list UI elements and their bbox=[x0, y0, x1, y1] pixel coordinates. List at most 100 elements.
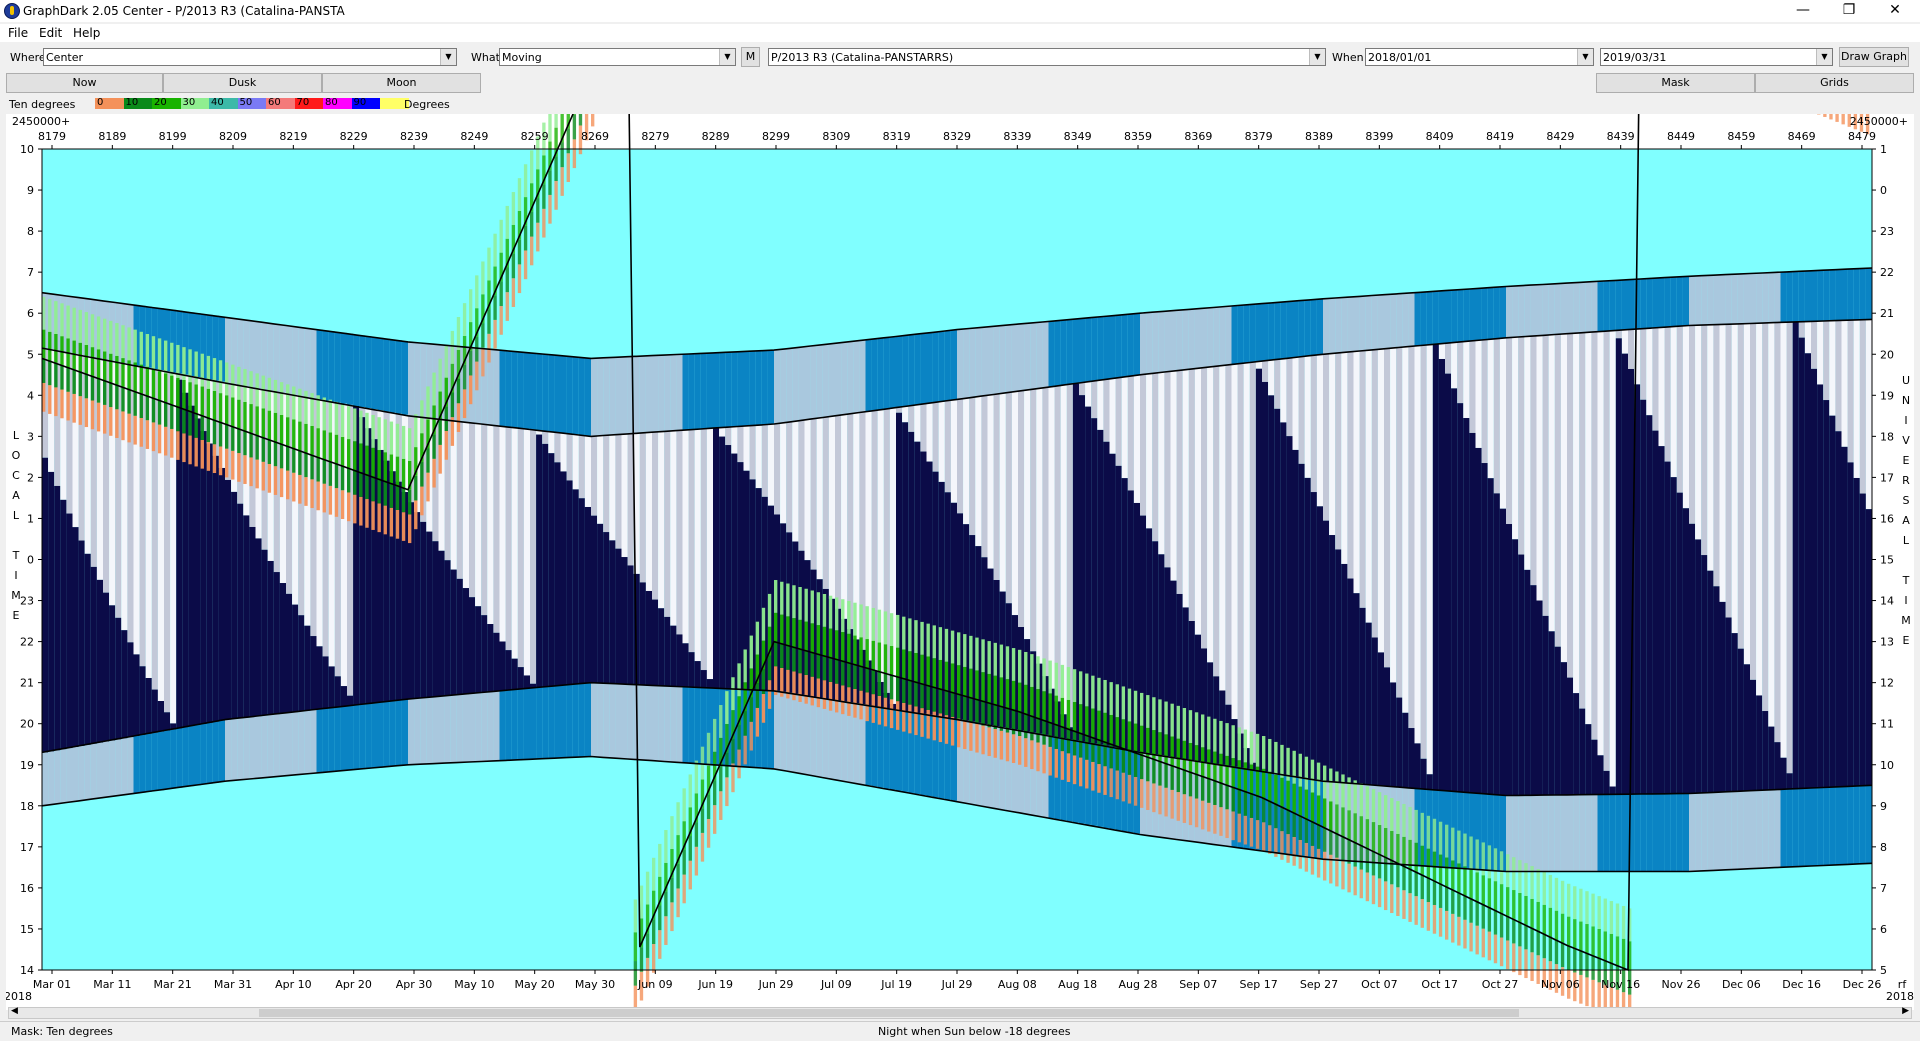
altitude-band-cell bbox=[530, 150, 534, 184]
now-button[interactable]: Now bbox=[6, 73, 163, 93]
object-combobox[interactable]: P/2013 R3 (Catalina-PANSTARRS) ▼ bbox=[768, 48, 1326, 66]
morning-twilight-cell bbox=[1487, 287, 1494, 340]
altitude-band-cell bbox=[749, 697, 753, 722]
dark-night-cell bbox=[1377, 652, 1384, 786]
altitude-band-cell bbox=[1274, 803, 1278, 829]
morning-twilight-cell bbox=[347, 333, 354, 405]
altitude-band-cell bbox=[1506, 940, 1510, 970]
dark-night-cell bbox=[1390, 682, 1397, 787]
altitude-band-cell bbox=[103, 404, 107, 434]
scroll-right-icon[interactable]: ▶ bbox=[1902, 1006, 1909, 1016]
minimize-button[interactable]: — bbox=[1780, 0, 1826, 22]
evening-twilight-cell bbox=[450, 695, 457, 763]
mask-button[interactable]: Mask bbox=[1596, 73, 1755, 93]
start-date-picker[interactable]: 2018/01/01 ▼ bbox=[1365, 48, 1594, 66]
evening-twilight-cell bbox=[151, 732, 158, 792]
chevron-down-icon[interactable]: ▼ bbox=[1577, 49, 1593, 65]
altitude-band-cell bbox=[792, 585, 796, 619]
dark-night-cell bbox=[1298, 463, 1305, 778]
altitude-band-cell bbox=[1085, 759, 1089, 789]
altitude-band-cell bbox=[1835, 93, 1839, 122]
menu-help[interactable]: Help bbox=[73, 26, 100, 40]
moonlit-night-cell bbox=[767, 424, 774, 506]
morning-twilight-cell bbox=[353, 334, 360, 406]
evening-twilight-cell bbox=[42, 752, 49, 806]
legend-swatch: 10 bbox=[123, 97, 152, 109]
morning-twilight-cell bbox=[1536, 284, 1543, 336]
morning-twilight-cell bbox=[1579, 282, 1586, 333]
maximize-button[interactable]: ❐ bbox=[1826, 0, 1872, 22]
dark-night-cell bbox=[609, 540, 616, 684]
object-value: P/2013 R3 (Catalina-PANSTARRS) bbox=[771, 51, 954, 64]
dark-night-cell bbox=[286, 593, 293, 713]
grids-button[interactable]: Grids bbox=[1755, 73, 1914, 93]
what-combobox[interactable]: Moving ▼ bbox=[499, 48, 736, 66]
evening-twilight-cell bbox=[438, 696, 445, 764]
morning-twilight-cell bbox=[1408, 293, 1415, 347]
morning-twilight-cell bbox=[902, 335, 909, 407]
altitude-band-cell bbox=[1390, 884, 1394, 914]
morning-twilight-cell bbox=[1140, 313, 1147, 375]
dark-night-cell bbox=[133, 654, 140, 737]
morning-twilight-cell bbox=[1762, 272, 1769, 324]
graph-area[interactable]: 2450000+ 2450000+ 8179 8189 8199 8209 8219 8229… bbox=[4, 0, 1914, 1024]
altitude-band-cell bbox=[1377, 878, 1382, 908]
morning-twilight-cell bbox=[1262, 303, 1269, 362]
altitude-band-cell bbox=[1524, 949, 1528, 979]
evening-twilight-cell bbox=[225, 719, 232, 782]
moonlit-night-cell bbox=[743, 426, 750, 471]
evening-twilight-cell bbox=[334, 707, 341, 772]
altitude-band-cell bbox=[1841, 95, 1845, 125]
altitude-band-cell bbox=[999, 677, 1004, 707]
m-button[interactable]: M bbox=[741, 47, 760, 67]
altitude-band-cell bbox=[1457, 916, 1461, 946]
altitude-band-cell bbox=[950, 630, 955, 664]
altitude-band-cell bbox=[920, 654, 924, 684]
altitude-band-cell bbox=[1152, 697, 1156, 731]
altitude-band-cell bbox=[1024, 684, 1028, 714]
dusk-button[interactable]: Dusk bbox=[163, 73, 322, 93]
altitude-band-cell bbox=[383, 452, 387, 481]
menu-file[interactable]: File bbox=[8, 26, 28, 40]
chevron-down-icon[interactable]: ▼ bbox=[1309, 49, 1325, 65]
chevron-down-icon[interactable]: ▼ bbox=[719, 49, 735, 65]
evening-twilight-cell bbox=[1811, 788, 1818, 867]
morning-twilight-cell bbox=[1060, 320, 1067, 386]
where-combobox[interactable]: Center ▼ bbox=[43, 48, 457, 66]
altitude-band-cell bbox=[133, 415, 137, 445]
chevron-down-icon[interactable]: ▼ bbox=[1816, 49, 1832, 65]
morning-twilight-cell bbox=[371, 337, 378, 410]
altitude-band-cell bbox=[517, 239, 522, 265]
altitude-band-cell bbox=[1133, 723, 1138, 753]
altitude-band-cell bbox=[1176, 738, 1180, 768]
moonlit-night-cell bbox=[578, 434, 585, 499]
moon-button[interactable]: Moon bbox=[322, 73, 481, 93]
moonlit-night-cell bbox=[1347, 352, 1354, 579]
altitude-band-cell bbox=[914, 706, 918, 736]
altitude-band-cell bbox=[1347, 810, 1351, 839]
evening-twilight-cell bbox=[115, 739, 122, 796]
morning-twilight-cell bbox=[1518, 285, 1525, 338]
altitude-band-cell bbox=[859, 666, 863, 691]
evening-twilight-cell bbox=[127, 737, 134, 795]
date-tick-label: Jul 19 bbox=[880, 978, 912, 991]
altitude-band-cell bbox=[237, 428, 241, 454]
end-date-picker[interactable]: 2019/03/31 ▼ bbox=[1600, 48, 1833, 66]
altitude-band-cell bbox=[865, 606, 869, 640]
altitude-band-cell bbox=[1176, 767, 1180, 793]
scrollbar-thumb[interactable] bbox=[259, 1009, 1519, 1017]
moonlit-night-cell bbox=[597, 435, 604, 524]
altitude-band-cell bbox=[499, 281, 503, 307]
close-button[interactable]: ✕ bbox=[1872, 0, 1918, 22]
altitude-band-cell bbox=[1274, 741, 1278, 775]
altitude-band-cell bbox=[48, 298, 52, 332]
jd-tick-label: 8439 bbox=[1607, 130, 1635, 143]
morning-twilight-cell bbox=[749, 351, 756, 426]
chevron-down-icon[interactable]: ▼ bbox=[440, 49, 456, 65]
altitude-band-cell bbox=[414, 500, 418, 530]
altitude-band-cell bbox=[1499, 937, 1504, 967]
scroll-left-icon[interactable]: ◀ bbox=[11, 1006, 18, 1016]
horizontal-scrollbar[interactable]: ◀ ▶ bbox=[8, 1006, 1912, 1019]
draw-graph-button[interactable]: Draw Graph bbox=[1839, 47, 1909, 67]
menu-edit[interactable]: Edit bbox=[39, 26, 62, 40]
